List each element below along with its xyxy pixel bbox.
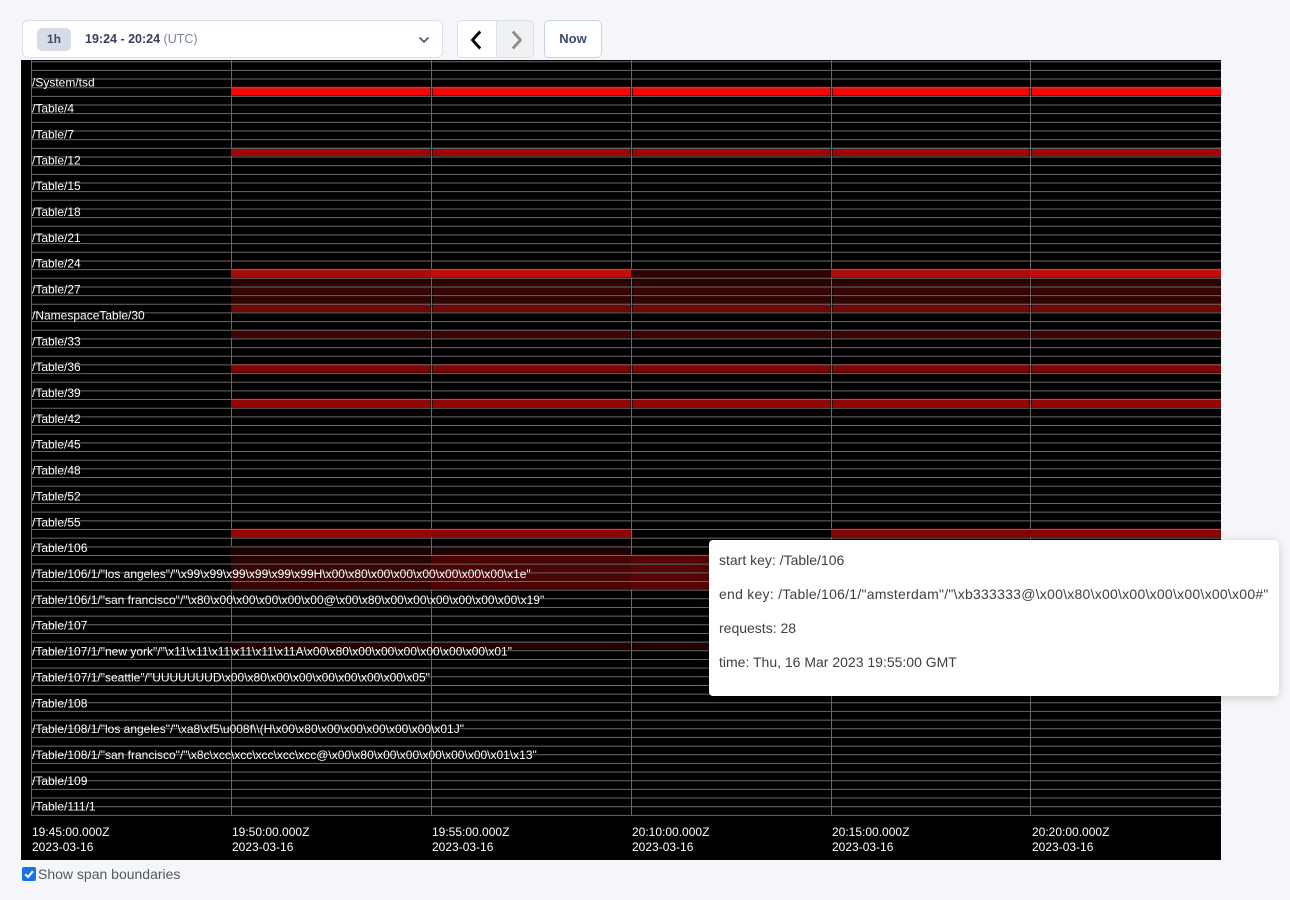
svg-text:/Table/48: /Table/48 (32, 464, 81, 478)
svg-text:19:55:00.000Z: 19:55:00.000Z (432, 825, 509, 839)
svg-text:20:20:00.000Z: 20:20:00.000Z (1032, 825, 1109, 839)
svg-text:/Table/106/1/"los angeles"/"\x: /Table/106/1/"los angeles"/"\x99\x99\x99… (32, 567, 531, 581)
svg-text:/Table/7: /Table/7 (32, 127, 74, 141)
svg-text:2023-03-16: 2023-03-16 (632, 840, 694, 854)
svg-text:19:50:00.000Z: 19:50:00.000Z (232, 825, 309, 839)
svg-text:/Table/33: /Table/33 (32, 334, 81, 348)
svg-text:/Table/107/1/"new york"/"\x11\: /Table/107/1/"new york"/"\x11\x11\x11\x1… (32, 645, 512, 659)
svg-text:/Table/108: /Table/108 (32, 696, 88, 710)
svg-text:/Table/111/1: /Table/111/1 (32, 800, 96, 814)
svg-text:/Table/27: /Table/27 (32, 283, 81, 297)
svg-text:2023-03-16: 2023-03-16 (1032, 840, 1094, 854)
svg-text:/System/tsd: /System/tsd (32, 76, 95, 90)
svg-text:/Table/42: /Table/42 (32, 412, 81, 426)
svg-text:/Table/107: /Table/107 (32, 619, 88, 633)
svg-text:/NamespaceTable/30: /NamespaceTable/30 (32, 308, 145, 322)
svg-text:/Table/107/1/"seattle"/"UUUUUU: /Table/107/1/"seattle"/"UUUUUUUD\x00\x80… (32, 670, 430, 684)
svg-text:2023-03-16: 2023-03-16 (232, 840, 294, 854)
svg-text:2023-03-16: 2023-03-16 (832, 840, 894, 854)
svg-text:20:10:00.000Z: 20:10:00.000Z (632, 825, 709, 839)
svg-text:/Table/55: /Table/55 (32, 515, 81, 529)
svg-text:20:15:00.000Z: 20:15:00.000Z (832, 825, 909, 839)
svg-text:2023-03-16: 2023-03-16 (32, 840, 94, 854)
svg-text:/Table/108/1/"san francisco"/": /Table/108/1/"san francisco"/"\x8c\xcc\x… (32, 748, 537, 762)
svg-text:/Table/21: /Table/21 (32, 231, 81, 245)
svg-text:19:45:00.000Z: 19:45:00.000Z (32, 825, 109, 839)
svg-text:/Table/4: /Table/4 (32, 102, 74, 116)
svg-text:/Table/39: /Table/39 (32, 386, 81, 400)
svg-text:/Table/12: /Table/12 (32, 153, 81, 167)
svg-text:/Table/36: /Table/36 (32, 360, 81, 374)
svg-text:/Table/52: /Table/52 (32, 489, 81, 503)
svg-text:/Table/109: /Table/109 (32, 774, 88, 788)
svg-text:/Table/106/1/"san francisco"/": /Table/106/1/"san francisco"/"\x80\x00\x… (32, 593, 544, 607)
svg-text:2023-03-16: 2023-03-16 (432, 840, 494, 854)
svg-text:/Table/24: /Table/24 (32, 257, 81, 271)
svg-text:/Table/15: /Table/15 (32, 179, 81, 193)
svg-text:/Table/18: /Table/18 (32, 205, 81, 219)
svg-text:/Table/106: /Table/106 (32, 541, 88, 555)
svg-text:/Table/45: /Table/45 (32, 438, 81, 452)
svg-text:/Table/108/1/"los angeles"/"\x: /Table/108/1/"los angeles"/"\xa8\xf5\u00… (32, 722, 464, 736)
